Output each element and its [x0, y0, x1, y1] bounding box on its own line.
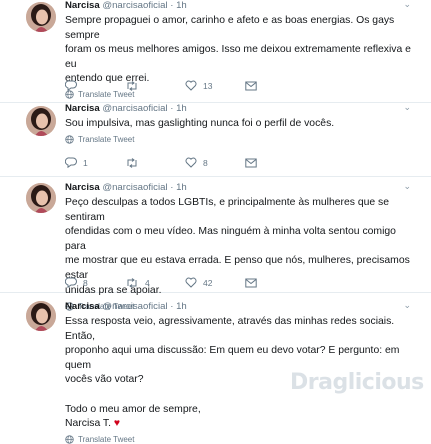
direct-message-button[interactable]	[245, 278, 305, 288]
tweet-text-line: ofendidas com o meu vídeo. Mas ninguém à…	[65, 226, 396, 252]
avatar[interactable]	[26, 2, 56, 32]
retweet-icon	[127, 277, 137, 288]
reply-button[interactable]	[65, 80, 125, 91]
chevron-down-icon[interactable]: ⌄	[403, 102, 411, 113]
translate-label: Translate Tweet	[78, 134, 135, 144]
heart-outline-icon	[185, 277, 197, 288]
reply-icon	[65, 157, 77, 168]
avatar-image	[26, 106, 56, 136]
translate-label: Translate Tweet	[78, 434, 135, 444]
separator-dot: ·	[170, 182, 174, 193]
reply-icon	[65, 80, 77, 91]
like-count: 42	[203, 277, 213, 288]
retweet-icon	[127, 157, 137, 168]
chevron-down-icon[interactable]: ⌄	[403, 0, 411, 10]
tweet-text-line: Todo o meu amor de sempre,	[65, 403, 201, 415]
globe-icon	[65, 90, 74, 99]
like-count: 8	[203, 157, 208, 168]
heart-outline-icon	[185, 157, 197, 168]
direct-message-button[interactable]	[245, 81, 305, 91]
username[interactable]: @narcisaoficial	[102, 182, 167, 193]
avatar-image	[26, 2, 56, 32]
avatar[interactable]	[26, 183, 56, 213]
chevron-down-icon[interactable]: ⌄	[403, 181, 411, 192]
reply-button[interactable]: 8	[65, 277, 125, 288]
translate-tweet-link[interactable]: Translate Tweet	[65, 90, 411, 99]
separator-dot: ·	[170, 0, 174, 11]
draglicious-watermark-logo: Draglicious	[290, 370, 424, 395]
globe-icon	[65, 435, 74, 444]
tweet-signature-line: Narcisa T. ♥	[65, 417, 411, 432]
tweet-text: Sou impulsiva, mas gaslighting nunca foi…	[65, 117, 411, 132]
tweet-actions: 1 8	[65, 157, 305, 168]
tweet-header: Narcisa @narcisaoficial · 1h	[65, 103, 411, 115]
avatar-image	[26, 301, 56, 331]
retweet-count: 4	[145, 277, 150, 288]
like-button[interactable]: 8	[185, 157, 245, 168]
like-button[interactable]: 42	[185, 277, 245, 288]
avatar[interactable]	[26, 106, 56, 136]
tweet-3[interactable]: Narcisa @narcisaoficial · 1h ⌄ Peço desc…	[0, 177, 431, 311]
tweet-header: Narcisa @narcisaoficial · 1h	[65, 301, 411, 313]
timestamp[interactable]: 1h	[176, 103, 187, 114]
display-name[interactable]: Narcisa	[65, 103, 100, 114]
translate-label: Translate Tweet	[78, 89, 135, 99]
translate-tweet-link[interactable]: Translate Tweet	[65, 435, 411, 444]
timestamp[interactable]: 1h	[176, 182, 187, 193]
envelope-icon	[245, 81, 257, 90]
tweet-actions: 13	[65, 80, 305, 91]
tweet-actions: 8 4 42	[65, 277, 305, 288]
tweet-header: Narcisa @narcisaoficial · 1h	[65, 182, 411, 194]
tweet-text-line: Sempre propaguei o amor, carinho e afeto…	[65, 15, 395, 41]
username[interactable]: @narcisaoficial	[102, 0, 167, 11]
envelope-icon	[245, 278, 257, 287]
tweet-text-line: Essa resposta veio, agressivamente, atra…	[65, 316, 395, 342]
reply-button[interactable]: 1	[65, 157, 125, 168]
tweet-1[interactable]: Narcisa @narcisaoficial · 1h ⌄ Sempre pr…	[0, 0, 431, 103]
display-name[interactable]: Narcisa	[65, 301, 100, 312]
globe-icon	[65, 134, 74, 144]
display-name[interactable]: Narcisa	[65, 0, 100, 11]
heart-outline-icon	[185, 80, 197, 91]
avatar[interactable]	[26, 301, 56, 331]
timestamp[interactable]: 1h	[176, 0, 187, 11]
translate-tweet-link[interactable]: Translate Tweet	[65, 135, 411, 144]
timestamp[interactable]: 1h	[176, 301, 187, 312]
tweet-4[interactable]: Narcisa @narcisaoficial · 1h ⌄ Essa resp…	[0, 293, 431, 444]
tweet-text-line: proponho aqui uma discussão: Em quem eu …	[65, 345, 400, 371]
direct-message-button[interactable]	[245, 158, 305, 168]
username[interactable]: @narcisaoficial	[102, 103, 167, 114]
retweet-icon	[127, 80, 137, 91]
username[interactable]: @narcisaoficial	[102, 301, 167, 312]
tweet-text-line: foram os meus melhores amigos. Isso me d…	[65, 44, 411, 70]
chevron-down-icon[interactable]: ⌄	[403, 300, 411, 311]
tweet-text: Sempre propaguei o amor, carinho e afeto…	[65, 14, 411, 87]
retweet-button[interactable]: 4	[125, 278, 185, 288]
tweet-text-line: Peço desculpas a todos LGBTIs, e princip…	[65, 197, 390, 223]
retweet-button[interactable]	[125, 80, 185, 91]
tweet-2[interactable]: Narcisa @narcisaoficial · 1h ⌄ Sou impul…	[0, 102, 431, 177]
separator-dot: ·	[170, 103, 174, 114]
tweet-header: Narcisa @narcisaoficial · 1h	[65, 0, 411, 12]
reply-icon	[65, 277, 77, 288]
separator-dot: ·	[170, 301, 174, 312]
retweet-button[interactable]	[125, 157, 185, 168]
display-name[interactable]: Narcisa	[65, 182, 100, 193]
like-button[interactable]: 13	[185, 80, 245, 91]
reply-count: 1	[83, 157, 88, 168]
envelope-icon	[245, 158, 257, 167]
reply-count: 8	[83, 277, 88, 288]
like-count: 13	[203, 80, 213, 91]
avatar-image	[26, 183, 56, 213]
tweet-text-line: Sou impulsiva, mas gaslighting nunca foi…	[65, 118, 335, 129]
